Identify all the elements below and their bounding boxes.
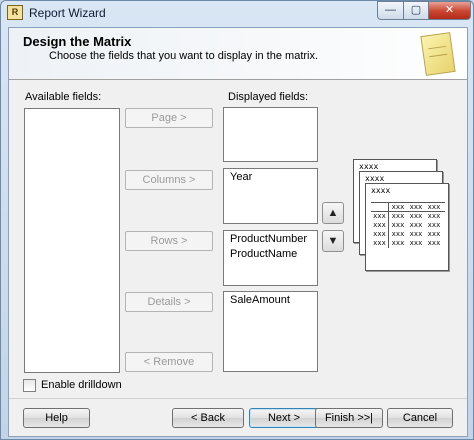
list-item[interactable]: Year bbox=[224, 169, 317, 184]
column-fields-list[interactable]: Year bbox=[223, 168, 318, 224]
title-bar[interactable]: R Report Wizard — ▢ ✕ bbox=[1, 1, 473, 25]
available-fields-list[interactable] bbox=[24, 108, 120, 373]
cancel-button[interactable]: Cancel bbox=[387, 408, 453, 428]
details-button[interactable]: Details > bbox=[125, 292, 213, 312]
help-button[interactable]: Help bbox=[23, 408, 90, 428]
preview-cell: xxx bbox=[391, 212, 405, 220]
columns-button[interactable]: Columns > bbox=[125, 170, 213, 190]
footer-divider bbox=[9, 398, 467, 399]
preview-cell: xxx bbox=[409, 221, 423, 229]
preview-cell: xxx bbox=[427, 212, 441, 220]
list-item[interactable]: ProductNumber bbox=[224, 231, 317, 246]
next-button[interactable]: Next > bbox=[249, 408, 319, 428]
preview-row-label: xxxx bbox=[371, 186, 391, 195]
enable-drilldown-checkbox[interactable] bbox=[23, 379, 36, 392]
report-page-icon bbox=[420, 32, 456, 76]
preview-sheet-matrix: xxxx xxx xxx xxx xxx xxx xxx xxx xxx xxx… bbox=[365, 183, 449, 271]
preview-cell: xxx bbox=[427, 230, 441, 238]
list-item[interactable]: ProductName bbox=[224, 246, 317, 261]
preview-cell: xxx bbox=[391, 221, 405, 229]
preview-header-row: xxx xxx xxx bbox=[371, 203, 445, 212]
enable-drilldown-label[interactable]: Enable drilldown bbox=[41, 379, 122, 391]
wizard-body: Design the Matrix Choose the fields that… bbox=[8, 27, 468, 437]
preview-page-label: xxxx bbox=[359, 162, 379, 171]
arrow-down-icon: ▼ bbox=[327, 235, 339, 247]
row-fields-list[interactable]: ProductNumber ProductName bbox=[223, 230, 318, 286]
rows-button[interactable]: Rows > bbox=[125, 231, 213, 251]
preview-data-row: xxx xxx xxx xxx bbox=[371, 212, 445, 221]
preview-column-label: xxxx bbox=[365, 174, 385, 183]
window-title: Report Wizard bbox=[29, 6, 106, 20]
page-fields-list[interactable] bbox=[223, 107, 318, 162]
preview-data-row: xxx xxx xxx xxx bbox=[371, 239, 445, 248]
available-fields-label: Available fields: bbox=[25, 91, 102, 103]
preview-cell: xxx bbox=[427, 239, 441, 247]
finish-button[interactable]: Finish >>| bbox=[315, 408, 383, 428]
displayed-fields-label: Displayed fields: bbox=[228, 91, 309, 103]
preview-cell: xxx bbox=[409, 239, 423, 247]
preview-cell: xxx bbox=[371, 239, 389, 248]
remove-button[interactable]: < Remove bbox=[125, 352, 213, 372]
wizard-header: Design the Matrix Choose the fields that… bbox=[9, 28, 467, 80]
preview-cell: xxx bbox=[371, 212, 389, 221]
preview-cell: xxx bbox=[427, 203, 441, 211]
report-wizard-window: R Report Wizard — ▢ ✕ Design the Matrix … bbox=[0, 0, 474, 440]
close-button[interactable]: ✕ bbox=[428, 1, 471, 20]
preview-cell: xxx bbox=[427, 221, 441, 229]
preview-cell: xxx bbox=[391, 230, 405, 238]
arrow-up-icon: ▲ bbox=[327, 207, 339, 219]
preview-cell bbox=[371, 203, 389, 211]
preview-cell: xxx bbox=[391, 203, 405, 211]
preview-cell: xxx bbox=[391, 239, 405, 247]
move-up-button[interactable]: ▲ bbox=[322, 202, 344, 224]
page-button[interactable]: Page > bbox=[125, 108, 213, 128]
report-wizard-icon: R bbox=[7, 5, 23, 20]
list-item[interactable]: SaleAmount bbox=[224, 292, 317, 307]
preview-data-row: xxx xxx xxx xxx bbox=[371, 230, 445, 239]
preview-cell: xxx bbox=[409, 203, 423, 211]
preview-cell: xxx bbox=[409, 230, 423, 238]
minimize-button[interactable]: — bbox=[377, 1, 404, 20]
matrix-preview: xxxx xxxx xxxx xxx xxx xxx xxx xxx xxx x… bbox=[353, 159, 457, 277]
preview-cell: xxx bbox=[409, 212, 423, 220]
move-down-button[interactable]: ▼ bbox=[322, 230, 344, 252]
page-subtitle: Choose the fields that you want to displ… bbox=[49, 50, 319, 62]
page-title: Design the Matrix bbox=[23, 34, 132, 49]
preview-grid: xxx xxx xxx xxx xxx xxx xxx xxx xxx xxx bbox=[371, 202, 445, 248]
preview-data-row: xxx xxx xxx xxx bbox=[371, 221, 445, 230]
preview-cell: xxx bbox=[371, 221, 389, 230]
maximize-button[interactable]: ▢ bbox=[403, 1, 429, 20]
preview-cell: xxx bbox=[371, 230, 389, 239]
detail-fields-list[interactable]: SaleAmount bbox=[223, 291, 318, 372]
back-button[interactable]: < Back bbox=[172, 408, 244, 428]
